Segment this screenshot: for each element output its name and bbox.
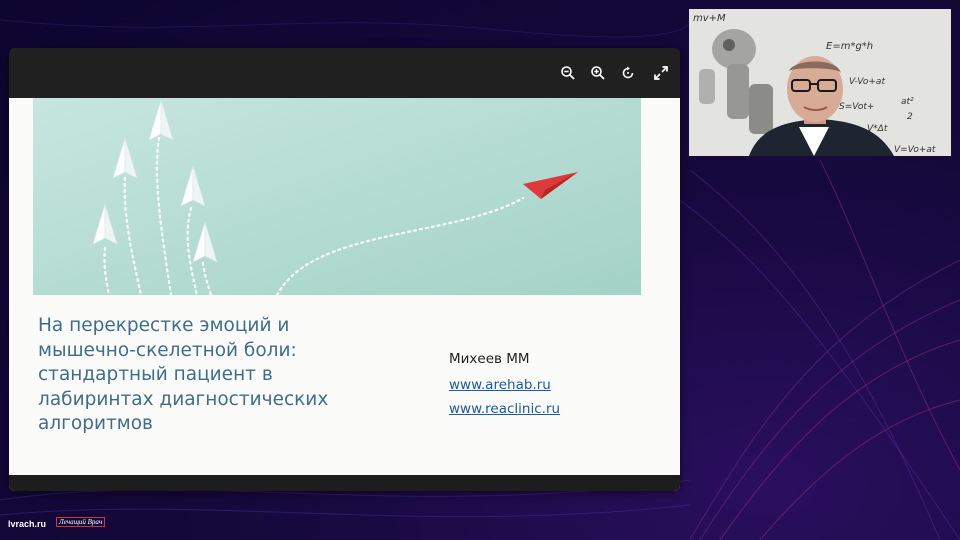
- formula-text: S=Vot+: [839, 102, 874, 112]
- title-line: На перекрестке эмоций и: [38, 315, 290, 336]
- presentation-viewer: На перекрестке эмоций и мышечно-скелетно…: [9, 48, 680, 491]
- title-line: мышечно-скелетной боли:: [38, 339, 297, 361]
- formula-text: at²: [901, 97, 914, 107]
- formula-text: V=Vo+at: [894, 145, 936, 155]
- brand-logo: Лечащий Врач: [56, 517, 106, 527]
- rotate-icon[interactable]: [613, 58, 643, 88]
- site-logo: lvrach.ru: [8, 519, 47, 529]
- author-name: Михеев ММ: [449, 351, 530, 367]
- paper-planes-illustration: [33, 98, 641, 295]
- fullscreen-icon[interactable]: [646, 58, 676, 88]
- zoom-out-icon[interactable]: [553, 58, 583, 88]
- viewer-toolbar: [9, 48, 680, 98]
- presenter-video: mv+M E=m*g*h V-Vo+at S=Vot+ at² 2 V*Δt V…: [689, 9, 951, 156]
- formula-text: E=m*g*h: [826, 41, 873, 52]
- title-line: алгоритмов: [38, 413, 153, 434]
- title-line: стандартный пациент в: [38, 364, 273, 385]
- formula-text: 2: [907, 112, 913, 122]
- link-reaclinic[interactable]: www.reaclinic.ru: [449, 401, 560, 417]
- viewer-bottom-bar: [9, 475, 680, 491]
- slide-title: На перекрестке эмоций и мышечно-скелетно…: [38, 314, 368, 437]
- formula-text: V-Vo+at: [849, 77, 885, 87]
- formula-text: mv+M: [693, 13, 726, 24]
- webcam-feed: mv+M E=m*g*h V-Vo+at S=Vot+ at² 2 V*Δt V…: [689, 9, 951, 156]
- title-line: лабиринтах диагностических: [38, 388, 329, 410]
- presentation-slide: На перекрестке эмоций и мышечно-скелетно…: [9, 98, 680, 491]
- link-arehab[interactable]: www.arehab.ru: [449, 377, 551, 393]
- zoom-in-icon[interactable]: [583, 58, 613, 88]
